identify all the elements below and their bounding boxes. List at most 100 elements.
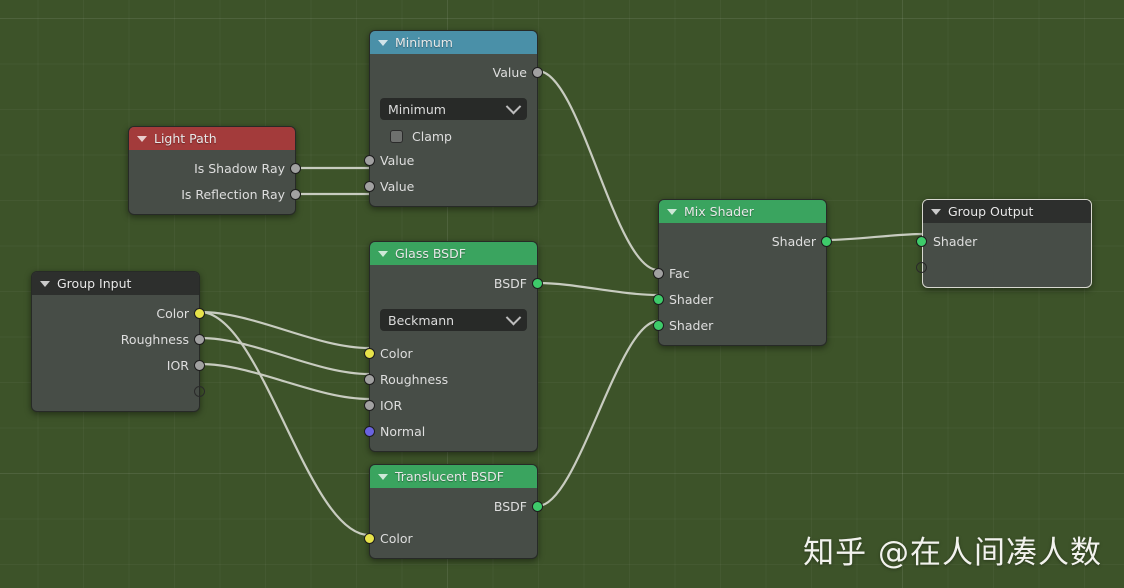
chevron-down-icon — [505, 309, 522, 325]
input-socket-ior[interactable] — [364, 400, 375, 411]
collapse-triangle-icon[interactable] — [40, 281, 50, 287]
link-groupinput-color-to-glass-color — [199, 310, 370, 350]
node-glass-bsdf[interactable]: Glass BSDF BSDF Beckmann Color Roughness — [364, 241, 543, 452]
output-socket-is-reflection-ray[interactable] — [290, 189, 301, 200]
output-row-color: Color — [32, 301, 205, 327]
output-socket-bsdf[interactable] — [532, 501, 543, 512]
link-mixshader-to-groupoutput — [826, 232, 923, 242]
node-translucent-bsdf[interactable]: Translucent BSDF BSDF Color — [364, 464, 543, 559]
input-row-value-1: Value — [364, 148, 537, 174]
output-socket-virtual[interactable] — [194, 386, 205, 397]
node-header-glass-bsdf[interactable]: Glass BSDF — [370, 242, 537, 265]
input-row-ior: IOR — [364, 393, 537, 419]
node-header-minimum[interactable]: Minimum — [370, 31, 537, 54]
node-header-light-path[interactable]: Light Path — [129, 127, 295, 150]
node-title: Glass BSDF — [395, 246, 466, 261]
output-label: IOR — [166, 358, 189, 373]
link-groupinput-roughness-to-glass-roughness — [199, 336, 370, 376]
output-label: BSDF — [493, 499, 527, 514]
collapse-triangle-icon[interactable] — [378, 474, 388, 480]
collapse-triangle-icon[interactable] — [931, 209, 941, 215]
output-row-shader: Shader — [659, 229, 832, 255]
input-label: Color — [380, 531, 413, 546]
clamp-checkbox-row[interactable]: Clamp — [370, 124, 537, 148]
watermark-text: 知乎 @在人间凑人数 — [803, 535, 1102, 571]
output-label: Is Shadow Ray — [194, 161, 285, 176]
node-group-output[interactable]: Group Output Shader — [916, 199, 1092, 288]
input-row-color: Color — [364, 526, 537, 552]
input-label: Shader — [669, 318, 714, 333]
node-minimum[interactable]: Minimum Value Minimum Clamp Value Value — [364, 30, 543, 207]
input-label: Value — [380, 179, 415, 194]
output-label: Roughness — [120, 332, 189, 347]
output-label: Is Reflection Ray — [181, 187, 285, 202]
link-minimum-to-mixshader-fac — [537, 69, 659, 272]
operation-dropdown-value: Minimum — [388, 101, 446, 117]
node-header-group-input[interactable]: Group Input — [32, 272, 199, 295]
node-header-group-output[interactable]: Group Output — [923, 200, 1091, 223]
collapse-triangle-icon[interactable] — [378, 251, 388, 257]
output-socket-bsdf[interactable] — [532, 278, 543, 289]
node-group-input[interactable]: Group Input Color Roughness IOR — [31, 271, 205, 412]
output-row-bsdf: BSDF — [370, 271, 543, 297]
node-title: Group Output — [948, 204, 1034, 219]
collapse-triangle-icon[interactable] — [667, 209, 677, 215]
input-label: Value — [380, 153, 415, 168]
node-header-mix-shader[interactable]: Mix Shader — [659, 200, 826, 223]
input-row-roughness: Roughness — [364, 367, 537, 393]
input-label: Shader — [669, 292, 714, 307]
node-title: Minimum — [395, 35, 453, 50]
input-row-shader: Shader — [916, 229, 1091, 255]
node-body-glass-bsdf: BSDF Beckmann Color Roughness IOR Normal — [364, 265, 543, 451]
input-socket-shader[interactable] — [916, 236, 927, 247]
output-row-ior: IOR — [32, 353, 205, 379]
link-translucentbsdf-to-mixshader-shader2 — [537, 319, 659, 508]
link-groupinput-color-to-translucent-color — [199, 310, 370, 537]
input-socket-normal[interactable] — [364, 426, 375, 437]
node-body-mix-shader: Shader Fac Shader Shader — [653, 223, 832, 345]
clamp-label: Clamp — [412, 128, 452, 144]
output-socket-roughness[interactable] — [194, 334, 205, 345]
node-body-group-input: Color Roughness IOR — [32, 295, 205, 411]
input-socket-color[interactable] — [364, 533, 375, 544]
distribution-dropdown[interactable]: Beckmann — [380, 309, 527, 331]
collapse-triangle-icon[interactable] — [378, 40, 388, 46]
input-socket-virtual[interactable] — [916, 262, 927, 273]
output-socket-ior[interactable] — [194, 360, 205, 371]
output-socket-is-shadow-ray[interactable] — [290, 163, 301, 174]
input-socket-roughness[interactable] — [364, 374, 375, 385]
node-title: Translucent BSDF — [395, 469, 504, 484]
input-socket-color[interactable] — [364, 348, 375, 359]
input-socket-value-1[interactable] — [364, 155, 375, 166]
input-label: Normal — [380, 424, 426, 439]
output-label: BSDF — [493, 276, 527, 291]
node-title: Group Input — [57, 276, 132, 291]
input-socket-shader-2[interactable] — [653, 320, 664, 331]
input-row-fac: Fac — [653, 261, 826, 287]
output-socket-value[interactable] — [532, 67, 543, 78]
input-label: IOR — [380, 398, 403, 413]
input-row-shader-2: Shader — [653, 313, 826, 339]
node-mix-shader[interactable]: Mix Shader Shader Fac Shader Shader — [653, 199, 832, 346]
node-editor-canvas[interactable]: Light Path Is Shadow Ray Is Reflection R… — [0, 0, 1124, 588]
output-label: Shader — [771, 234, 816, 249]
input-socket-value-2[interactable] — [364, 181, 375, 192]
node-body-light-path: Is Shadow Ray Is Reflection Ray — [129, 150, 301, 214]
link-glassbsdf-to-mixshader-shader1 — [537, 281, 659, 297]
operation-dropdown[interactable]: Minimum — [380, 98, 527, 120]
node-header-translucent-bsdf[interactable]: Translucent BSDF — [370, 465, 537, 488]
input-socket-shader-1[interactable] — [653, 294, 664, 305]
input-socket-fac[interactable] — [653, 268, 664, 279]
clamp-checkbox[interactable] — [390, 129, 403, 143]
output-label: Value — [492, 65, 527, 80]
output-socket-shader[interactable] — [821, 236, 832, 247]
output-row-new-socket — [32, 379, 205, 405]
output-socket-color[interactable] — [194, 308, 205, 319]
collapse-triangle-icon[interactable] — [137, 136, 147, 142]
node-title: Light Path — [154, 131, 217, 146]
node-light-path[interactable]: Light Path Is Shadow Ray Is Reflection R… — [128, 126, 301, 215]
